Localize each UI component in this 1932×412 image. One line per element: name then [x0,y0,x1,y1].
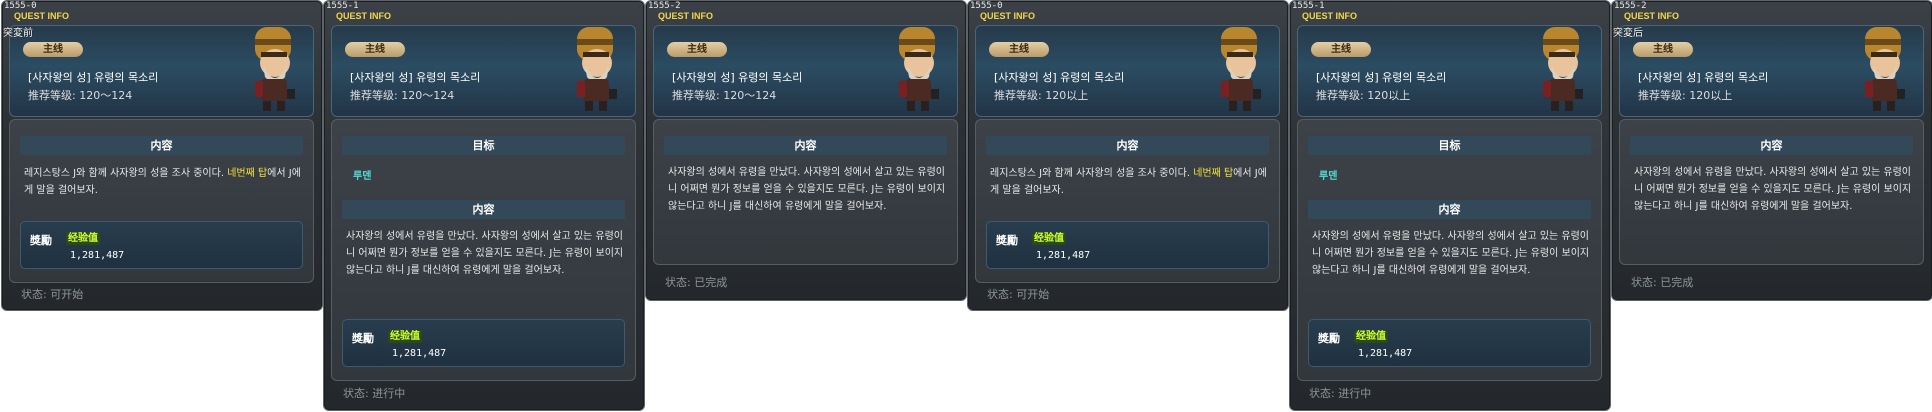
quest-panel-in-progress-pre: 主线 [사자왕의 성] 유령의 목소리 推荐等级: 120～124 目标 루덴 … [323,0,645,411]
quest-title: [사자왕의 성] 유령의 목소리 [1316,71,1447,84]
quest-panel-in-progress-post: 主线 [사자왕의 성] 유령의 목소리 推荐等级: 120以上 目标 루덴 内容… [1289,0,1611,411]
quest-title: [사자왕의 성] 유령의 목소리 [994,71,1125,84]
version-label: 突変前 [3,28,33,39]
content-heading: 内容 [20,136,303,155]
exp-badge: 经验值 [66,232,100,245]
reward-label: 獎勵 [1318,332,1340,345]
quest-level: 推荐等级: 120～124 [672,89,777,102]
quest-info-header: QUEST INFO [336,11,392,21]
reward-amount: 1,281,487 [1036,250,1091,261]
content-text: 레지스탕스 J와 함께 사자왕의 성을 조사 중이다. 네번째 탑에서 J에게 … [24,168,301,196]
reward-amount: 1,281,487 [1358,348,1413,359]
quest-header: 主线 [사자왕의 성] 유령의 목소리 推荐等级: 120～124 [653,25,958,117]
quest-code: 1555-2 [1614,1,1647,11]
quest-type-tag: 主线 [667,42,727,57]
reward-box: 獎勵 经验值 1,281,487 [20,221,303,269]
target-heading: 目标 [342,136,625,155]
content-heading: 内容 [664,136,947,155]
ghost-npc-icon [1543,27,1583,111]
quest-info-header: QUEST INFO [14,11,70,21]
quest-info-header: QUEST INFO [1624,11,1680,21]
reward-label: 獎勵 [996,234,1018,247]
version-label: 突変后 [1613,28,1643,39]
quest-body: 目标 루덴 内容 사자왕의 성에서 유령을 만났다. 사자왕의 성에서 살고 있… [1297,119,1602,381]
quest-status: 状态: 可开始 [987,288,1050,301]
quest-title: [사자왕의 성] 유령의 목소리 [350,71,481,84]
quest-level: 推荐等级: 120～124 [350,89,455,102]
highlight-location: 네번째 탑 [227,168,268,179]
target-npc-name: 루덴 [1319,171,1338,182]
quest-type-tag: 主线 [1633,42,1693,57]
reward-box: 獎勵 经验值 1,281,487 [1308,319,1591,367]
quest-header: 主线 [사자왕의 성] 유령의 목소리 推荐等级: 120～124 [9,25,314,117]
reward-box: 獎勵 经验值 1,281,487 [986,221,1269,269]
quest-type-tag: 主线 [23,42,83,57]
quest-status: 状态: 可开始 [21,288,84,301]
highlight-location: 네번째 탑 [1193,168,1234,179]
quest-header: 主线 [사자왕의 성] 유령의 목소리 推荐等级: 120～124 [331,25,636,117]
content-text: 사자왕의 성에서 유령을 만났다. 사자왕의 성에서 살고 있는 유령이니 어쩌… [1634,167,1912,212]
content-text: 사자왕의 성에서 유령을 만났다. 사자왕의 성에서 살고 있는 유령이니 어쩌… [668,167,946,212]
quest-body: 内容 사자왕의 성에서 유령을 만났다. 사자왕의 성에서 살고 있는 유령이니… [1619,119,1924,265]
reward-label: 獎勵 [352,332,374,345]
reward-amount: 1,281,487 [392,348,447,359]
quest-type-tag: 主线 [1311,42,1371,57]
quest-body: 内容 사자왕의 성에서 유령을 만났다. 사자왕의 성에서 살고 있는 유령이니… [653,119,958,265]
quest-code: 1555-1 [1292,1,1325,11]
exp-badge: 经验值 [1354,330,1388,343]
quest-panel-available-pre: 主线 [사자왕의 성] 유령의 목소리 推荐等级: 120～124 内容 레지스… [1,0,323,311]
quest-panel-completed-pre: 主线 [사자왕의 성] 유령의 목소리 推荐等级: 120～124 内容 사자왕… [645,0,967,301]
exp-badge: 经验值 [1032,232,1066,245]
quest-info-header: QUEST INFO [1302,11,1358,21]
quest-panel-available-post: 主线 [사자왕의 성] 유령의 목소리 推荐等级: 120以上 内容 레지스탕스… [967,0,1289,311]
quest-code: 1555-0 [4,1,37,11]
quest-status: 状态: 进行中 [1309,387,1372,400]
ghost-npc-icon [577,27,617,111]
quest-header: 主线 [사자왕의 성] 유령의 목소리 推荐等级: 120以上 [1297,25,1602,117]
quest-status: 状态: 进行中 [343,387,406,400]
quest-title: [사자왕의 성] 유령의 목소리 [28,71,159,84]
ghost-npc-icon [899,27,939,111]
ghost-npc-icon [255,27,295,111]
target-heading: 目标 [1308,136,1591,155]
reward-box: 獎勵 经验值 1,281,487 [342,319,625,367]
content-text: 레지스탕스 J와 함께 사자왕의 성을 조사 중이다. 네번째 탑에서 J에게 … [990,168,1267,196]
quest-code: 1555-1 [326,1,359,11]
quest-info-header: QUEST INFO [980,11,1036,21]
quest-info-header: QUEST INFO [658,11,714,21]
quest-level: 推荐等级: 120以上 [1316,89,1411,102]
quest-code: 1555-0 [970,1,1003,11]
quest-title: [사자왕의 성] 유령의 목소리 [672,71,803,84]
quest-level: 推荐等级: 120～124 [28,89,133,102]
reward-label: 獎勵 [30,234,52,247]
quest-code: 1555-2 [648,1,681,11]
content-heading: 内容 [342,200,625,219]
quest-status: 状态: 已完成 [665,276,728,289]
quest-status: 状态: 已完成 [1631,276,1694,289]
quest-body: 内容 레지스탕스 J와 함께 사자왕의 성을 조사 중이다. 네번째 탑에서 J… [9,119,314,283]
quest-header: 主线 [사자왕의 성] 유령의 목소리 推荐等级: 120以上 [1619,25,1924,117]
content-heading: 内容 [986,136,1269,155]
reward-amount: 1,281,487 [70,250,125,261]
content-heading: 内容 [1630,136,1913,155]
content-heading: 内容 [1308,200,1591,219]
quest-panel-completed-post: 主线 [사자왕의 성] 유령의 목소리 推荐等级: 120以上 内容 사자왕의 … [1611,0,1932,301]
exp-badge: 经验值 [388,330,422,343]
quest-header: 主线 [사자왕의 성] 유령의 목소리 推荐等级: 120以上 [975,25,1280,117]
quest-type-tag: 主线 [345,42,405,57]
content-text: 사자왕의 성에서 유령을 만났다. 사자왕의 성에서 살고 있는 유령이니 어쩌… [1312,231,1590,276]
quest-type-tag: 主线 [989,42,1049,57]
quest-body: 内容 레지스탕스 J와 함께 사자왕의 성을 조사 중이다. 네번째 탑에서 J… [975,119,1280,283]
quest-level: 推荐等级: 120以上 [994,89,1089,102]
quest-level: 推荐等级: 120以上 [1638,89,1733,102]
ghost-npc-icon [1221,27,1261,111]
quest-info-stage: 主线 [사자왕의 성] 유령의 목소리 推荐等级: 120～124 内容 레지스… [0,0,1932,412]
quest-body: 目标 루덴 内容 사자왕의 성에서 유령을 만났다. 사자왕의 성에서 살고 있… [331,119,636,381]
content-text: 사자왕의 성에서 유령을 만났다. 사자왕의 성에서 살고 있는 유령이니 어쩌… [346,231,624,276]
target-npc-name: 루덴 [353,171,372,182]
ghost-npc-icon [1865,27,1905,111]
quest-title: [사자왕의 성] 유령의 목소리 [1638,71,1769,84]
